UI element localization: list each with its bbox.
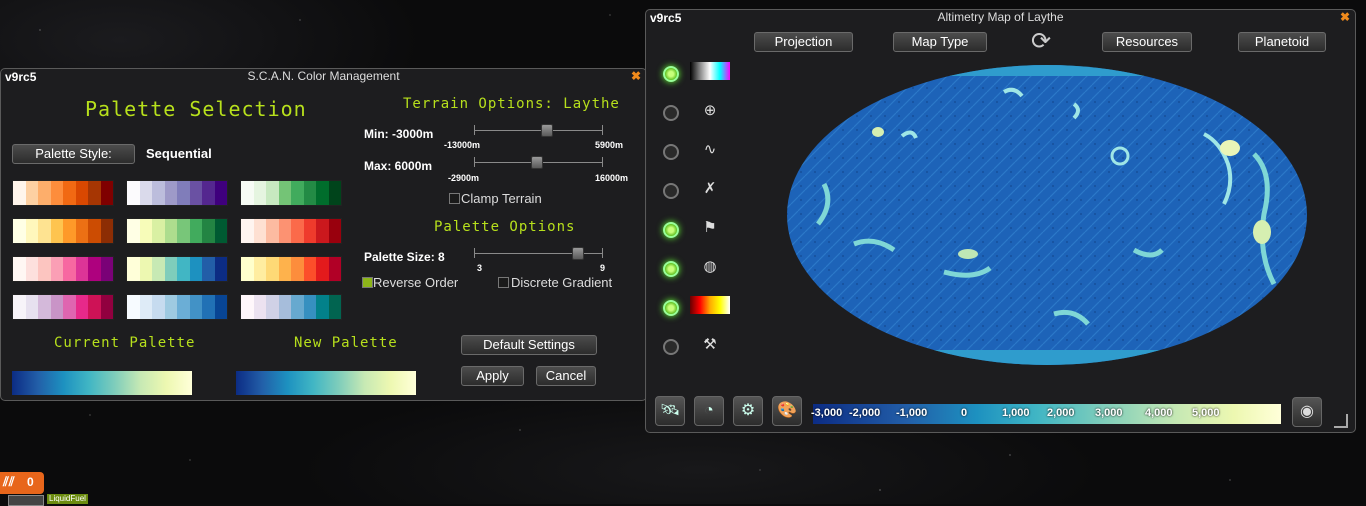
color-management-window: v9rc5 S.C.A.N. Color Management ✖ Palett… xyxy=(0,68,647,401)
orbit-icon[interactable]: ∿ xyxy=(690,140,730,158)
new-palette-gradient xyxy=(236,371,416,395)
altimetry-map[interactable] xyxy=(784,64,1310,366)
discrete-gradient-label: Discrete Gradient xyxy=(511,275,613,290)
map-toggle-radio[interactable] xyxy=(663,105,679,121)
map-toggle-radio[interactable] xyxy=(663,183,679,199)
min-high-tick: 5900m xyxy=(595,140,624,150)
resource-icon-small[interactable] xyxy=(8,495,44,506)
palette-swatch[interactable] xyxy=(126,180,228,206)
palette-swatch[interactable] xyxy=(240,218,342,244)
palette-swatch[interactable] xyxy=(12,218,114,244)
anomaly-icon[interactable]: ◍ xyxy=(690,257,730,275)
reverse-order-label: Reverse Order xyxy=(373,275,459,290)
resource-widget[interactable]: ⫽⫽ 0 xyxy=(0,472,44,494)
flag-icon[interactable]: ⚑ xyxy=(690,218,730,236)
color-legend-icon[interactable] xyxy=(690,62,730,80)
legend-tick-label: 5,000 xyxy=(1192,407,1220,419)
palette-size-label: Palette Size: 8 xyxy=(364,250,445,264)
default-settings-button[interactable]: Default Settings xyxy=(461,335,597,355)
max-slider-knob[interactable] xyxy=(531,156,543,169)
current-palette-gradient xyxy=(12,371,192,395)
planetoid-button[interactable]: Planetoid xyxy=(1238,32,1326,52)
max-high-tick: 16000m xyxy=(595,173,629,183)
close-icon[interactable]: ✖ xyxy=(631,69,641,83)
min-label: Min: -3000m xyxy=(364,127,434,141)
legend-tick-label: 1,000 xyxy=(1002,407,1030,419)
palette-style-button[interactable]: Palette Style: xyxy=(12,144,135,164)
max-low-tick: -2900m xyxy=(448,173,480,183)
palette-swatch[interactable] xyxy=(12,294,114,320)
legend-tick-label: -3,000 xyxy=(811,407,843,419)
liquid-fuel-label: LiquidFuel xyxy=(47,494,88,504)
legend-tick-label: 3,000 xyxy=(1095,407,1123,419)
waypoint-x-icon[interactable]: ✗ xyxy=(690,179,730,197)
current-palette-label: Current Palette xyxy=(54,335,196,351)
color-bar-icon[interactable] xyxy=(690,296,730,314)
palette-size-slider[interactable] xyxy=(474,247,603,260)
legend-tick-label: -2,000 xyxy=(849,407,881,419)
map-window-title: Altimetry Map of Laythe xyxy=(937,10,1064,24)
palette-swatch[interactable] xyxy=(126,294,228,320)
grid-icon[interactable]: ⊕ xyxy=(690,101,730,119)
projection-button[interactable]: Projection xyxy=(754,32,853,52)
clamp-terrain-checkbox[interactable] xyxy=(449,193,460,204)
palette-swatch[interactable] xyxy=(240,256,342,282)
resource-count: 0 xyxy=(27,475,34,489)
palette-size-knob[interactable] xyxy=(572,247,584,260)
refresh-icon[interactable]: ⟳ xyxy=(1031,30,1051,54)
resize-handle-icon[interactable] xyxy=(1334,414,1348,428)
palette-swatch[interactable] xyxy=(12,256,114,282)
palette-swatch[interactable] xyxy=(12,180,114,206)
new-palette-label: New Palette xyxy=(294,335,398,351)
satellite-icon[interactable]: 🛰 xyxy=(655,396,685,426)
altimetry-map-window: v9rc5 Altimetry Map of Laythe ✖ Projecti… xyxy=(645,9,1356,433)
size-high-tick: 9 xyxy=(600,263,606,273)
min-slider-knob[interactable] xyxy=(541,124,553,137)
map-toggle-radio[interactable] xyxy=(663,261,679,277)
terrain-options-heading: Terrain Options: Laythe xyxy=(403,96,620,112)
clamp-terrain-label: Clamp Terrain xyxy=(461,191,542,206)
mining-icon[interactable]: ⚒ xyxy=(690,335,730,353)
map-toggle-radio[interactable] xyxy=(663,339,679,355)
min-low-tick: -13000m xyxy=(444,140,481,150)
camera-icon[interactable]: ◉ xyxy=(1292,397,1322,427)
map-type-button[interactable]: Map Type xyxy=(893,32,987,52)
gauge-icon[interactable]: ◔ xyxy=(694,396,724,426)
reverse-order-checkbox[interactable] xyxy=(362,277,373,288)
discrete-gradient-checkbox[interactable] xyxy=(498,277,509,288)
fuel-icon: ⫽⫽ xyxy=(3,474,15,489)
palette-swatch[interactable] xyxy=(126,218,228,244)
min-slider[interactable] xyxy=(474,124,603,137)
palette-swatch[interactable] xyxy=(240,180,342,206)
palette-swatch[interactable] xyxy=(240,294,342,320)
palette-swatch[interactable] xyxy=(126,256,228,282)
resources-button[interactable]: Resources xyxy=(1102,32,1192,52)
palette-icon[interactable]: 🎨 xyxy=(772,396,802,426)
cancel-button[interactable]: Cancel xyxy=(536,366,596,386)
max-slider[interactable] xyxy=(474,156,603,169)
size-low-tick: 3 xyxy=(477,263,483,273)
palette-selection-heading: Palette Selection xyxy=(85,97,307,121)
settings-gear-icon[interactable]: ⚙ xyxy=(733,396,763,426)
legend-tick-label: 0 xyxy=(961,407,968,419)
palette-style-value: Sequential xyxy=(146,146,212,161)
map-toggle-radio[interactable] xyxy=(663,66,679,82)
map-toggle-radio[interactable] xyxy=(663,300,679,316)
map-close-icon[interactable]: ✖ xyxy=(1340,10,1350,24)
map-toggle-radio[interactable] xyxy=(663,222,679,238)
legend-tick-label: 4,000 xyxy=(1145,407,1173,419)
max-label: Max: 6000m xyxy=(364,159,433,173)
window-title: S.C.A.N. Color Management xyxy=(247,69,400,83)
legend-tick-label: -1,000 xyxy=(896,407,928,419)
legend-tick-label: 2,000 xyxy=(1047,407,1075,419)
apply-button[interactable]: Apply xyxy=(461,366,524,386)
map-toggle-radio[interactable] xyxy=(663,144,679,160)
palette-options-heading: Palette Options xyxy=(434,219,576,235)
